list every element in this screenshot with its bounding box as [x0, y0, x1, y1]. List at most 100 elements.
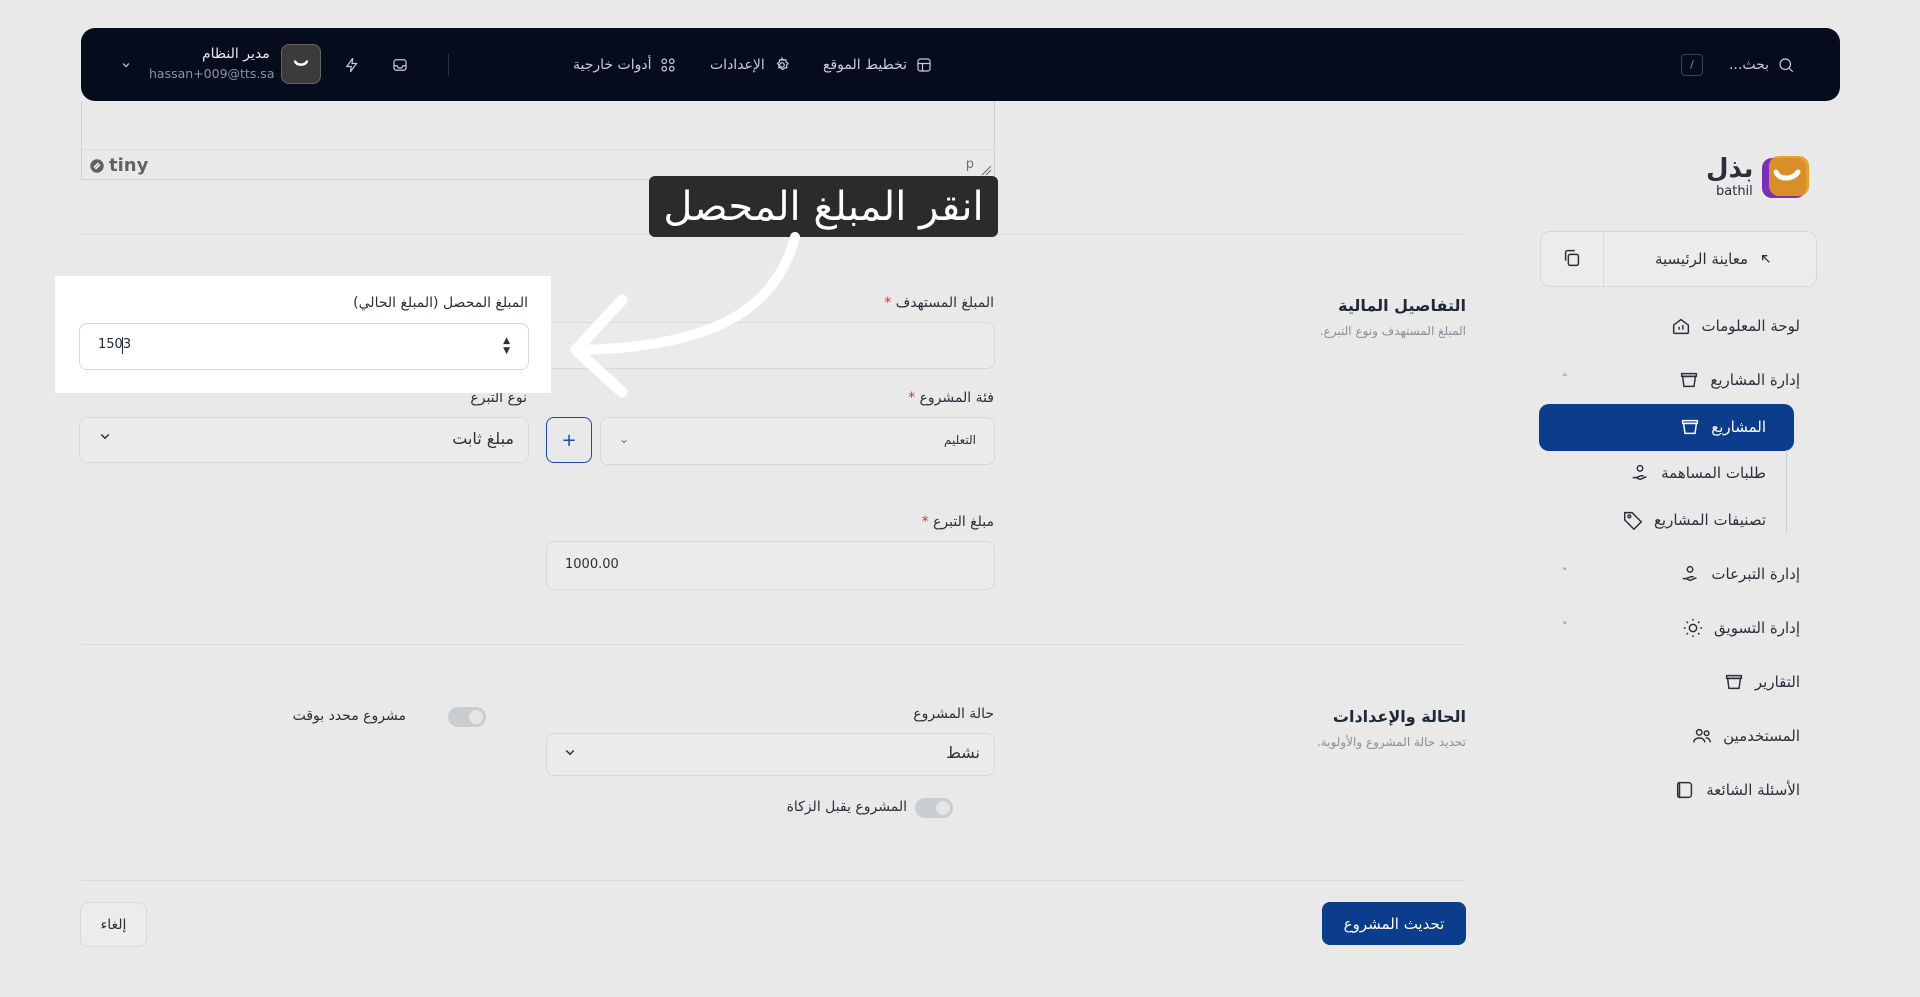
sidebar-item-projects-inner: المشاريع	[1679, 409, 1766, 445]
donation-amount-label-text: مبلغ التبرع	[933, 514, 994, 530]
users-icon	[1693, 728, 1712, 743]
cancel-button[interactable]: إلغاء	[80, 902, 147, 947]
category-value: التعليم	[944, 433, 976, 447]
sidebar-item-label: إدارة المشاريع	[1710, 371, 1800, 389]
chevron-up-icon[interactable]: ˄	[1562, 372, 1568, 385]
box-icon	[1682, 419, 1699, 435]
financial-section-title: التفاصيل المالية	[1338, 296, 1466, 315]
sidebar-item-donations-management[interactable]: إدارة التبرعات	[1679, 556, 1800, 592]
donation-amount-value: 1000.00	[565, 557, 619, 572]
collected-amount-value: 1503	[98, 337, 132, 352]
nav-site-layout-label: تخطيط الموقع	[823, 56, 908, 73]
collected-amount-highlight: المبلغ المحصل (المبلغ الحالي) 1503 ▲ ▼	[56, 277, 550, 392]
sidebar-item-users[interactable]: المستخدمين	[1691, 718, 1800, 754]
category-label-text: فئة المشروع	[919, 390, 994, 406]
sidebar-item-label: إدارة التبرعات	[1711, 565, 1800, 583]
chevron-down-icon[interactable]: ˅	[1562, 620, 1568, 633]
zakat-toggle[interactable]	[915, 798, 953, 818]
project-status-value: نشط	[946, 743, 980, 762]
target-amount-label: المبلغ المستهدف *	[884, 295, 994, 311]
project-status-select[interactable]: نشط	[546, 733, 995, 776]
sidebar-item-contribution-requests[interactable]: طلبات المساهمة	[1629, 455, 1766, 491]
home-chart-icon	[1672, 318, 1689, 335]
required-mark: *	[908, 390, 916, 406]
tiny-brand: tiny	[88, 155, 148, 176]
gear-icon	[773, 56, 791, 74]
sidebar-item-marketing-management[interactable]: إدارة التسويق	[1682, 610, 1800, 646]
user-name: مدير النظام	[202, 46, 270, 62]
sidebar-item-label: الأسئلة الشائعة	[1706, 781, 1800, 799]
financial-section-subtitle: المبلغ المستهدف ونوع التبرع.	[1319, 324, 1466, 338]
project-status-label: حالة المشروع	[913, 706, 994, 722]
user-menu-toggle[interactable]	[117, 28, 135, 101]
inbox-icon	[391, 56, 409, 74]
hand-heart-icon	[1683, 565, 1698, 582]
collected-amount-label: المبلغ المحصل (المبلغ الحالي)	[353, 295, 528, 311]
temporary-project-toggle[interactable]	[448, 707, 486, 727]
tutorial-callout: انقر المبلغ المحصل	[649, 176, 998, 237]
required-mark: *	[921, 514, 929, 530]
quick-actions-button[interactable]	[343, 28, 361, 101]
status-section-subtitle: تحديد حالة المشروع والأولوية.	[1316, 735, 1466, 749]
nav-external-tools[interactable]: أدوات خارجية	[573, 28, 677, 101]
category-select[interactable]: التعليم ⌄	[600, 417, 995, 465]
nav-settings[interactable]: الإعدادات	[710, 28, 791, 101]
box-icon	[1681, 372, 1698, 388]
hand-heart-icon	[1632, 464, 1647, 481]
inbox-button[interactable]	[391, 28, 409, 101]
sidebar-item-label: طلبات المساهمة	[1661, 464, 1766, 482]
sidebar-item-project-categories[interactable]: تصنيفات المشاريع	[1622, 502, 1766, 538]
sun-icon	[1683, 618, 1703, 638]
avatar-logo-icon	[293, 60, 309, 66]
divider	[81, 644, 1466, 645]
category-label: فئة المشروع *	[908, 390, 994, 406]
sidebar-nav: لوحة المعلومات إدارة المشاريع ˄ المشاريع…	[1539, 0, 1801, 997]
status-section-title: الحالة والإعدادات	[1332, 707, 1466, 726]
collected-amount-input[interactable]: 1503 ▲ ▼	[79, 323, 529, 370]
divider	[448, 54, 449, 76]
chevron-down-icon	[96, 427, 114, 449]
layout-icon	[915, 56, 933, 74]
chevron-down-icon	[561, 743, 579, 765]
sidebar-item-projects-management[interactable]: إدارة المشاريع	[1678, 362, 1800, 398]
donation-amount-input[interactable]: 1000.00	[546, 541, 995, 590]
submenu-line	[1786, 450, 1787, 534]
resize-handle-icon[interactable]	[980, 164, 992, 176]
sidebar-item-label: إدارة التسويق	[1714, 619, 1800, 637]
donation-type-label: نوع التبرع	[470, 390, 527, 406]
zakat-label: المشروع يقبل الزكاة	[786, 799, 907, 815]
target-amount-label-text: المبلغ المستهدف	[895, 295, 994, 311]
chevron-down-icon: ⌄	[619, 432, 630, 446]
tiny-logo-icon	[90, 158, 104, 173]
faq-icon	[1677, 781, 1693, 799]
nav-external-tools-label: أدوات خارجية	[573, 56, 652, 73]
nav-site-layout[interactable]: تخطيط الموقع	[823, 28, 933, 101]
pointer-arrow-icon	[570, 232, 800, 398]
sidebar-item-projects[interactable]: المشاريع	[1539, 404, 1794, 451]
sidebar-item-label: المستخدمين	[1723, 727, 1800, 745]
add-category-button[interactable]: +	[546, 417, 592, 463]
chevron-down-icon	[117, 56, 135, 74]
divider	[81, 880, 1466, 881]
number-spinner-icon[interactable]: ▲ ▼	[503, 336, 510, 356]
sidebar-item-label: المشاريع	[1711, 418, 1766, 436]
sidebar-item-dashboard[interactable]: لوحة المعلومات	[1670, 308, 1801, 344]
lightning-icon	[343, 56, 361, 74]
donation-type-select[interactable]: مبلغ ثابت	[79, 417, 529, 463]
sidebar-item-label: لوحة المعلومات	[1701, 317, 1801, 335]
sidebar-item-label: تصنيفات المشاريع	[1653, 511, 1766, 529]
box-icon	[1725, 674, 1742, 690]
avatar[interactable]	[281, 44, 321, 84]
temporary-project-label: مشروع محدد بوقت	[292, 708, 406, 724]
chevron-down-icon[interactable]: ˅	[1562, 566, 1568, 579]
sidebar-item-label: التقارير	[1754, 673, 1800, 691]
sidebar-item-reports[interactable]: التقارير	[1723, 664, 1800, 700]
rich-text-editor[interactable]: tiny p	[81, 101, 995, 180]
text-cursor	[122, 337, 123, 354]
update-project-button[interactable]: تحديث المشروع	[1322, 902, 1466, 945]
editor-path: p	[965, 157, 974, 172]
sidebar-item-faq[interactable]: الأسئلة الشائعة	[1674, 772, 1800, 808]
apps-icon	[659, 56, 677, 74]
donation-type-value: مبلغ ثابت	[452, 429, 514, 448]
nav-settings-label: الإعدادات	[710, 56, 765, 73]
